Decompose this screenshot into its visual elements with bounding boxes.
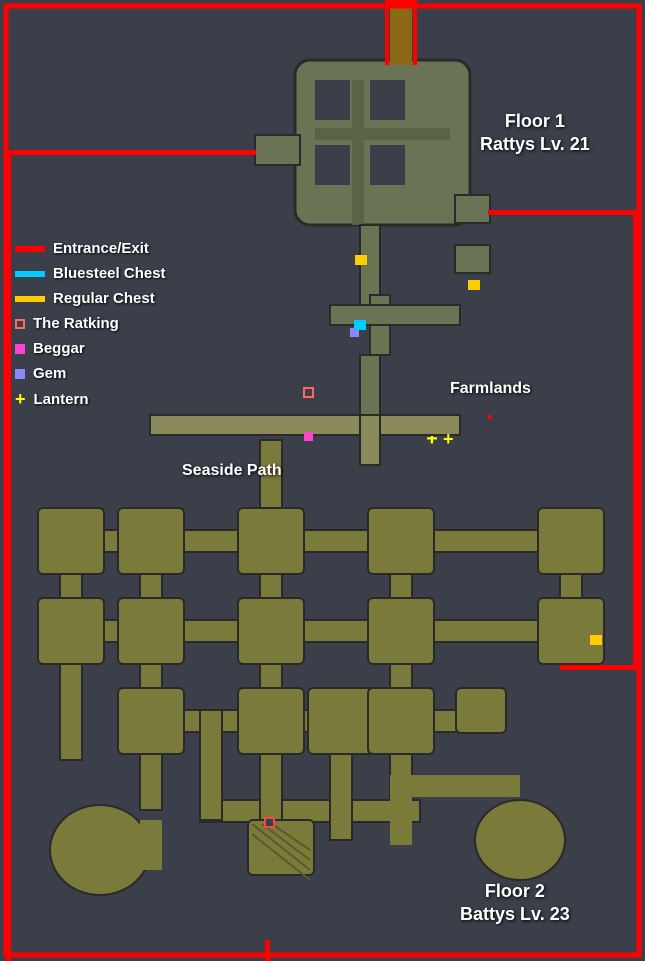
floor2-title: Floor 2 bbox=[460, 880, 570, 903]
beggar-icon bbox=[15, 344, 25, 354]
bluesteel-chest-icon bbox=[15, 271, 45, 277]
entrance-exit-icon bbox=[15, 246, 45, 252]
legend-gem: Gem bbox=[15, 365, 166, 382]
svg-text:+: + bbox=[443, 429, 454, 449]
bluesteel-chest-label: Bluesteel Chest bbox=[53, 265, 166, 282]
floor1-title: Floor 1 bbox=[480, 110, 590, 133]
seaside-path-label: Seaside Path bbox=[182, 462, 282, 480]
lantern-icon: + bbox=[15, 390, 26, 408]
regular-chest-icon bbox=[15, 296, 45, 302]
legend-regular-chest: Regular Chest bbox=[15, 290, 166, 307]
legend-entrance-exit: Entrance/Exit bbox=[15, 240, 166, 257]
entrance-exit-label: Entrance/Exit bbox=[53, 240, 149, 257]
floor1-sublabel: Rattys Lv. 21 bbox=[480, 133, 590, 156]
floor1-label: Floor 1 Rattys Lv. 21 bbox=[480, 110, 590, 157]
gem-icon bbox=[15, 369, 25, 379]
regular-chest-label: Regular Chest bbox=[53, 290, 155, 307]
legend: Entrance/Exit Bluesteel Chest Regular Ch… bbox=[15, 240, 166, 408]
beggar-label: Beggar bbox=[33, 340, 85, 357]
gem-label: Gem bbox=[33, 365, 66, 382]
farmlands-label: Farmlands bbox=[450, 380, 531, 398]
ratking-label: The Ratking bbox=[33, 315, 119, 332]
ratking-icon bbox=[15, 319, 25, 329]
floor2-sublabel: Battys Lv. 23 bbox=[460, 903, 570, 926]
legend-bluesteel-chest: Bluesteel Chest bbox=[15, 265, 166, 282]
legend-ratking: The Ratking bbox=[15, 315, 166, 332]
floor2-label: Floor 2 Battys Lv. 23 bbox=[460, 880, 570, 927]
legend-beggar: Beggar bbox=[15, 340, 166, 357]
lantern-label: Lantern bbox=[34, 391, 89, 408]
legend-lantern: + Lantern bbox=[15, 390, 166, 408]
